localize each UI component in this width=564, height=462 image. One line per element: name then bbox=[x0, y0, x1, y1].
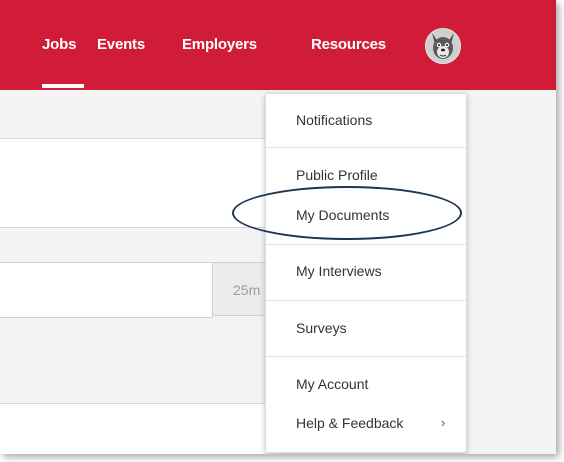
menu-item-surveys[interactable]: Surveys bbox=[296, 320, 347, 336]
app-window: Jobs Events Employers Resources 25m Noti… bbox=[0, 0, 556, 454]
menu-item-notifications[interactable]: Notifications bbox=[296, 112, 372, 128]
top-nav-bar: Jobs Events Employers Resources bbox=[0, 0, 556, 90]
nav-resources[interactable]: Resources bbox=[311, 36, 386, 53]
nav-events[interactable]: Events bbox=[97, 36, 145, 53]
user-avatar[interactable] bbox=[425, 28, 461, 64]
profile-dropdown-menu: Notifications Public Profile My Document… bbox=[265, 93, 467, 453]
chevron-right-icon: › bbox=[441, 415, 446, 430]
content-panel bbox=[0, 138, 283, 228]
search-input[interactable] bbox=[0, 262, 213, 318]
radius-select[interactable]: 25m bbox=[212, 262, 272, 316]
menu-separator bbox=[266, 300, 466, 301]
menu-item-my-documents[interactable]: My Documents bbox=[296, 207, 389, 223]
menu-item-public-profile[interactable]: Public Profile bbox=[296, 167, 378, 183]
menu-item-help-feedback[interactable]: Help & Feedback bbox=[296, 415, 403, 431]
active-tab-indicator bbox=[42, 84, 84, 88]
menu-separator bbox=[266, 147, 466, 148]
menu-separator bbox=[266, 356, 466, 357]
avatar-mascot-icon bbox=[426, 29, 460, 63]
menu-separator bbox=[266, 244, 466, 245]
nav-employers[interactable]: Employers bbox=[182, 36, 257, 53]
menu-item-my-account[interactable]: My Account bbox=[296, 376, 368, 392]
menu-item-my-interviews[interactable]: My Interviews bbox=[296, 263, 382, 279]
nav-jobs[interactable]: Jobs bbox=[42, 36, 76, 53]
content-panel bbox=[0, 403, 283, 454]
